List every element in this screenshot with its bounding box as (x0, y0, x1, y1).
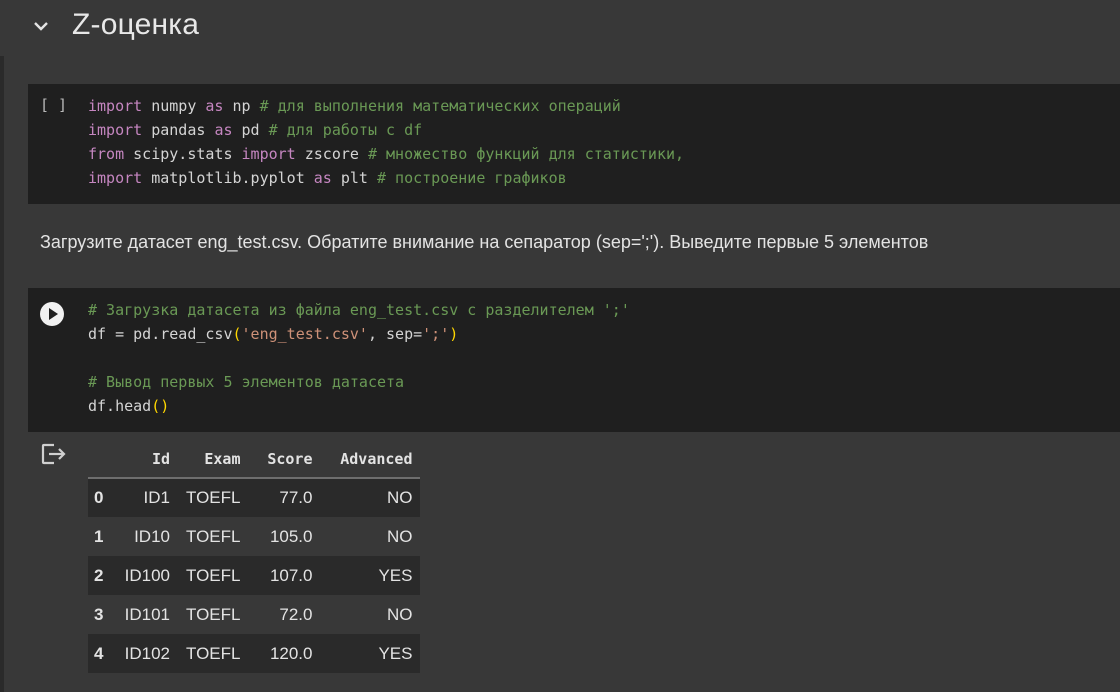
code-token: as (214, 121, 233, 139)
row-index: 0 (94, 488, 104, 507)
table-row: 2 ID100 TOEFL 107.0 YES (88, 556, 421, 595)
table-row: 1 ID10 TOEFL 105.0 NO (88, 517, 421, 556)
table-header-row: Id Exam Score Advanced (88, 440, 421, 478)
cell-score: 77.0 (279, 488, 313, 507)
code-line: import numpy as np # для выполнения мате… (88, 94, 684, 118)
code-token: scipy.stats (124, 145, 242, 163)
code-token: # для работы с df (268, 121, 423, 139)
code-token: # Вывод первых 5 элементов датасета (88, 373, 405, 391)
output-redirect-icon[interactable] (40, 442, 68, 466)
code-token: import (241, 145, 296, 163)
code-token: np (223, 97, 260, 115)
markdown-instruction: Загрузите датасет eng_test.csv. Обратите… (40, 232, 929, 252)
cell-advanced: NO (386, 488, 413, 507)
cell-id: ID101 (124, 604, 170, 624)
cell-id: ID10 (134, 526, 170, 546)
code-token: # построение графиков (377, 169, 567, 187)
code-line: df.head() (88, 394, 630, 418)
cell-score: 72.0 (279, 604, 313, 624)
cell-score: 120.0 (269, 643, 313, 663)
column-header-exam: Exam (204, 449, 241, 468)
code-line: # Вывод первых 5 элементов датасета (88, 370, 630, 394)
cell-id: ID100 (124, 565, 170, 585)
cell-advanced: YES (378, 565, 413, 585)
code-line: import matplotlib.pyplot as plt # постро… (88, 166, 684, 190)
code-token: numpy (142, 97, 206, 115)
column-header-advanced: Advanced (340, 449, 413, 468)
cell-exam: TOEFL (186, 488, 241, 507)
code-token: as (205, 97, 224, 115)
cell-exam: TOEFL (186, 643, 241, 663)
code-token: import (88, 169, 143, 187)
row-index: 2 (94, 565, 104, 585)
table-row: 4 ID102 TOEFL 120.0 YES (88, 634, 421, 673)
code-token: # для выполнения математических операций (259, 97, 621, 115)
code-line: import pandas as pd # для работы с df (88, 118, 684, 142)
cell-id: ID102 (124, 643, 170, 663)
code-token: 'eng_test.csv' (241, 325, 368, 343)
code-token: plt (331, 169, 377, 187)
code-token: pandas (142, 121, 215, 139)
cell-exam: TOEFL (186, 565, 241, 585)
section-header: Z-оценка (0, 0, 1120, 56)
code-token: from (88, 145, 125, 163)
row-index: 1 (94, 526, 104, 546)
code-token: # множество функций для статистики, (367, 145, 685, 163)
code-token: ( (232, 325, 242, 343)
notebook-gutter (0, 0, 4, 692)
code-token: , sep= (367, 325, 423, 343)
code-token: import (88, 121, 143, 139)
cell-id: ID1 (143, 488, 170, 507)
code-token: ) (449, 325, 459, 343)
cell-advanced: YES (378, 643, 413, 663)
table-row: 0 ID1 TOEFL 77.0 NO (88, 478, 421, 517)
column-header-index (88, 440, 112, 478)
code-token: zscore (295, 145, 368, 163)
section-title: Z-оценка (72, 8, 200, 41)
execution-count[interactable]: [ ] (40, 96, 67, 114)
code-editor-load-data[interactable]: # Загрузка датасета из файла eng_test.cs… (88, 298, 630, 418)
code-line: df = pd.read_csv('eng_test.csv', sep=';'… (88, 322, 630, 346)
cell-exam: TOEFL (186, 526, 241, 546)
code-line: from scipy.stats import zscore # множест… (88, 142, 684, 166)
code-token: ';' (422, 325, 450, 343)
play-icon (49, 308, 58, 320)
code-token: matplotlib.pyplot (142, 169, 314, 187)
code-token: () (151, 397, 170, 415)
row-index: 4 (94, 643, 104, 663)
cell-advanced: NO (386, 526, 413, 546)
column-header-id: Id (151, 449, 170, 468)
dataframe-output-table: Id Exam Score Advanced 0 ID1 TOEFL 77.0 … (88, 440, 421, 673)
code-token: import (88, 97, 143, 115)
cell-score: 105.0 (269, 526, 313, 546)
code-token: # Загрузка датасета из файла eng_test.cs… (88, 301, 630, 319)
cell-exam: TOEFL (186, 604, 241, 624)
run-cell-button[interactable] (40, 302, 64, 326)
chevron-down-icon[interactable] (31, 16, 51, 36)
row-index: 3 (94, 604, 104, 624)
code-editor-imports[interactable]: import numpy as np # для выполнения мате… (88, 94, 684, 190)
code-line: # Загрузка датасета из файла eng_test.cs… (88, 298, 630, 322)
table-row: 3 ID101 TOEFL 72.0 NO (88, 595, 421, 634)
cell-advanced: NO (386, 604, 413, 624)
code-token: pd (232, 121, 269, 139)
code-token: df = pd.read_csv (88, 325, 233, 343)
cell-score: 107.0 (269, 565, 313, 585)
code-token: as (313, 169, 332, 187)
column-header-score: Score (267, 449, 313, 468)
code-token: df.head (88, 397, 152, 415)
